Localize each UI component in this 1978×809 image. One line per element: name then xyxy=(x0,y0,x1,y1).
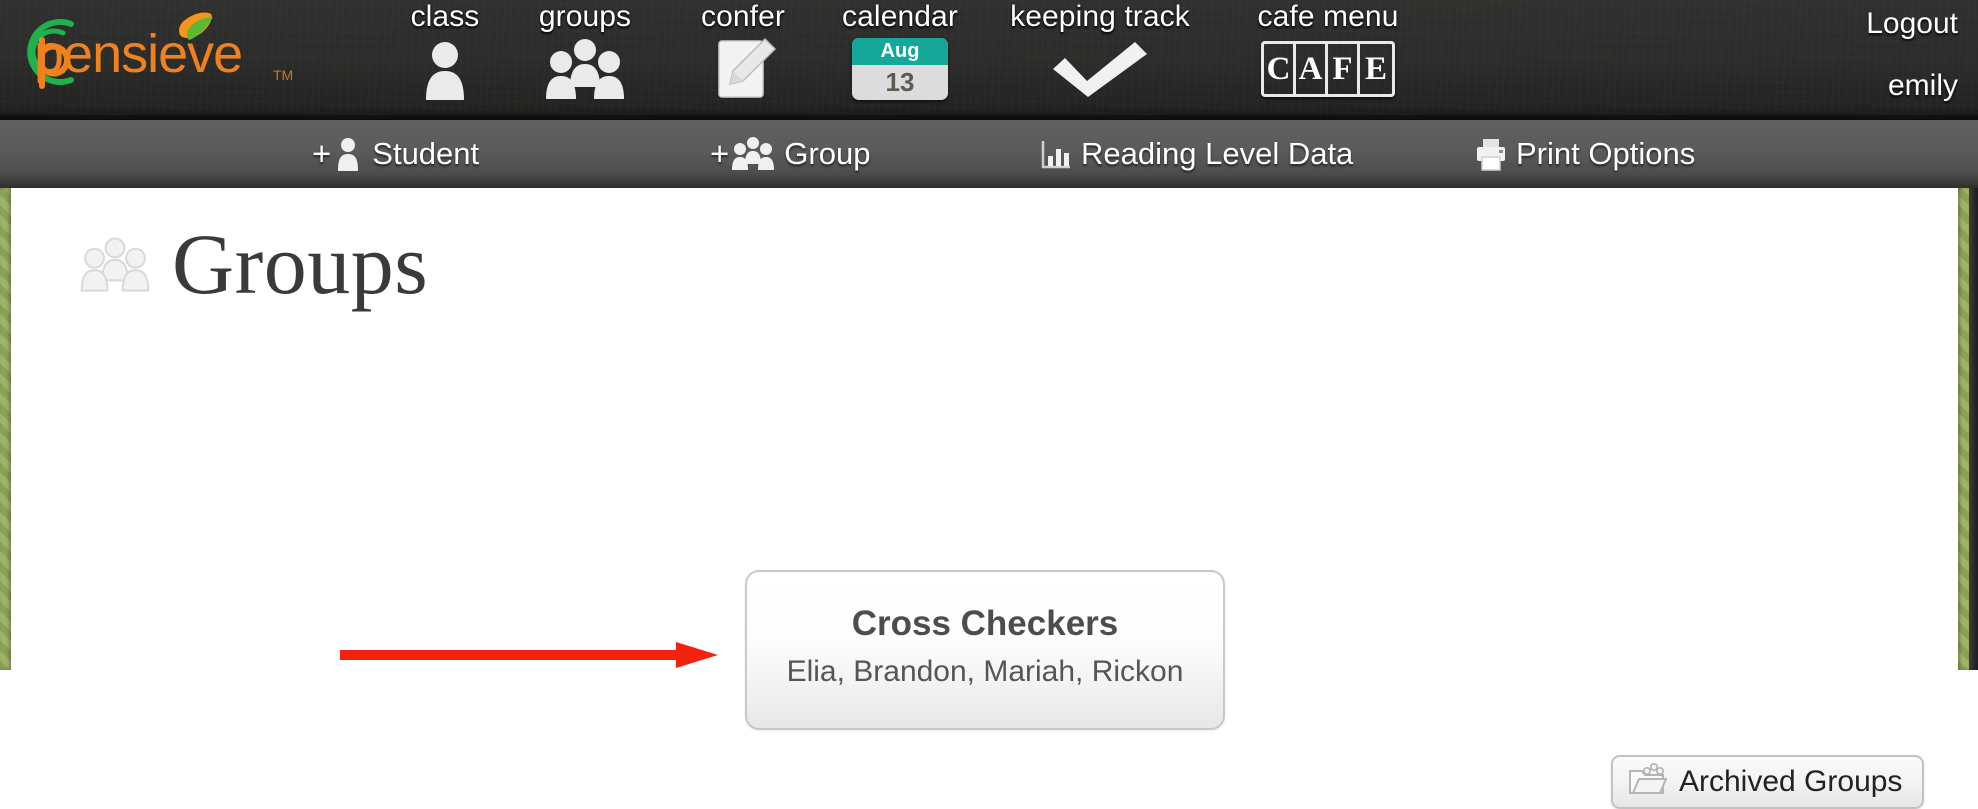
logout-link[interactable]: Logout xyxy=(1758,6,1958,42)
checkmark-icon xyxy=(980,36,1220,102)
nav-item-keeping-track[interactable]: keeping track xyxy=(980,0,1220,112)
secondary-toolbar: + Student + Group Reading Level Data Pri… xyxy=(0,120,1978,188)
main-content: Groups Cross Checkers Elia, Brandon, Mar… xyxy=(0,188,1978,809)
add-student-label: Student xyxy=(372,136,480,171)
note-pencil-icon xyxy=(668,36,818,102)
print-options-label: Print Options xyxy=(1516,136,1696,171)
right-edge-stripe xyxy=(1958,188,1969,670)
group-card-title: Cross Checkers xyxy=(851,604,1119,643)
calendar-day: 13 xyxy=(885,67,915,97)
add-student-plus: + xyxy=(312,135,332,172)
svg-text:pensieve: pensieve xyxy=(34,24,242,84)
nav-item-confer[interactable]: confer xyxy=(668,0,818,112)
nav-label-groups: groups xyxy=(538,0,632,33)
print-options-button[interactable]: Print Options xyxy=(1475,120,1695,188)
page-title: Groups xyxy=(172,216,429,312)
calendar-icon: Aug 13 xyxy=(810,36,990,102)
app-window: pensieve TM class groups confer calendar… xyxy=(0,0,1978,809)
pensieve-logo[interactable]: pensieve TM xyxy=(8,6,308,98)
archive-folder-icon xyxy=(1627,762,1668,802)
cafe-cell-c: C xyxy=(1264,44,1296,94)
add-group-plus: + xyxy=(710,135,730,172)
nav-label-keeping-track: keeping track xyxy=(1010,0,1190,33)
main-nav: class groups confer calendar Aug 13 keep… xyxy=(380,0,1710,120)
cafe-cell-a: A xyxy=(1296,44,1328,94)
cafe-icon: C A F E xyxy=(1218,36,1438,102)
nav-item-class[interactable]: class xyxy=(380,0,510,112)
username-label: emily xyxy=(1887,69,1958,102)
add-group-button[interactable]: + Group xyxy=(710,120,870,188)
person-icon xyxy=(380,36,510,102)
nav-item-groups[interactable]: groups xyxy=(505,0,665,112)
people-group-icon xyxy=(80,232,150,303)
nav-label-class: class xyxy=(410,0,480,33)
nav-item-calendar[interactable]: calendar Aug 13 xyxy=(810,0,990,112)
nav-item-cafe-menu[interactable]: cafe menu C A F E xyxy=(1218,0,1438,112)
nav-label-confer: confer xyxy=(701,0,785,33)
add-group-label: Group xyxy=(784,136,871,171)
reading-level-data-button[interactable]: Reading Level Data xyxy=(1040,120,1353,188)
page-heading: Groups xyxy=(80,218,428,310)
group-card[interactable]: Cross Checkers Elia, Brandon, Mariah, Ri… xyxy=(745,570,1225,730)
top-header-bar: pensieve TM class groups confer calendar… xyxy=(0,0,1978,120)
reading-level-data-label: Reading Level Data xyxy=(1081,136,1354,171)
archived-groups-label: Archived Groups xyxy=(1679,765,1903,798)
add-student-icon xyxy=(333,137,363,171)
add-student-button[interactable]: + Student xyxy=(312,120,479,188)
calendar-month: Aug xyxy=(852,38,948,65)
cafe-cell-f: F xyxy=(1328,44,1360,94)
annotation-arrow-icon xyxy=(340,640,720,670)
cafe-cell-e: E xyxy=(1364,51,1387,87)
group-card-members: Elia, Brandon, Mariah, Rickon xyxy=(786,655,1184,688)
add-group-icon xyxy=(731,137,775,171)
account-block: Logout emily xyxy=(1758,0,1958,104)
bar-chart-icon xyxy=(1040,138,1072,170)
nav-label-cafe-menu: cafe menu xyxy=(1257,0,1399,33)
left-edge-stripe xyxy=(0,188,11,670)
nav-label-calendar: calendar xyxy=(842,0,958,33)
svg-text:TM: TM xyxy=(273,67,293,83)
archived-groups-button[interactable]: Archived Groups xyxy=(1611,755,1925,809)
people-group-icon xyxy=(505,36,665,102)
printer-icon xyxy=(1475,137,1507,171)
right-edge-shadow xyxy=(1969,188,1978,670)
